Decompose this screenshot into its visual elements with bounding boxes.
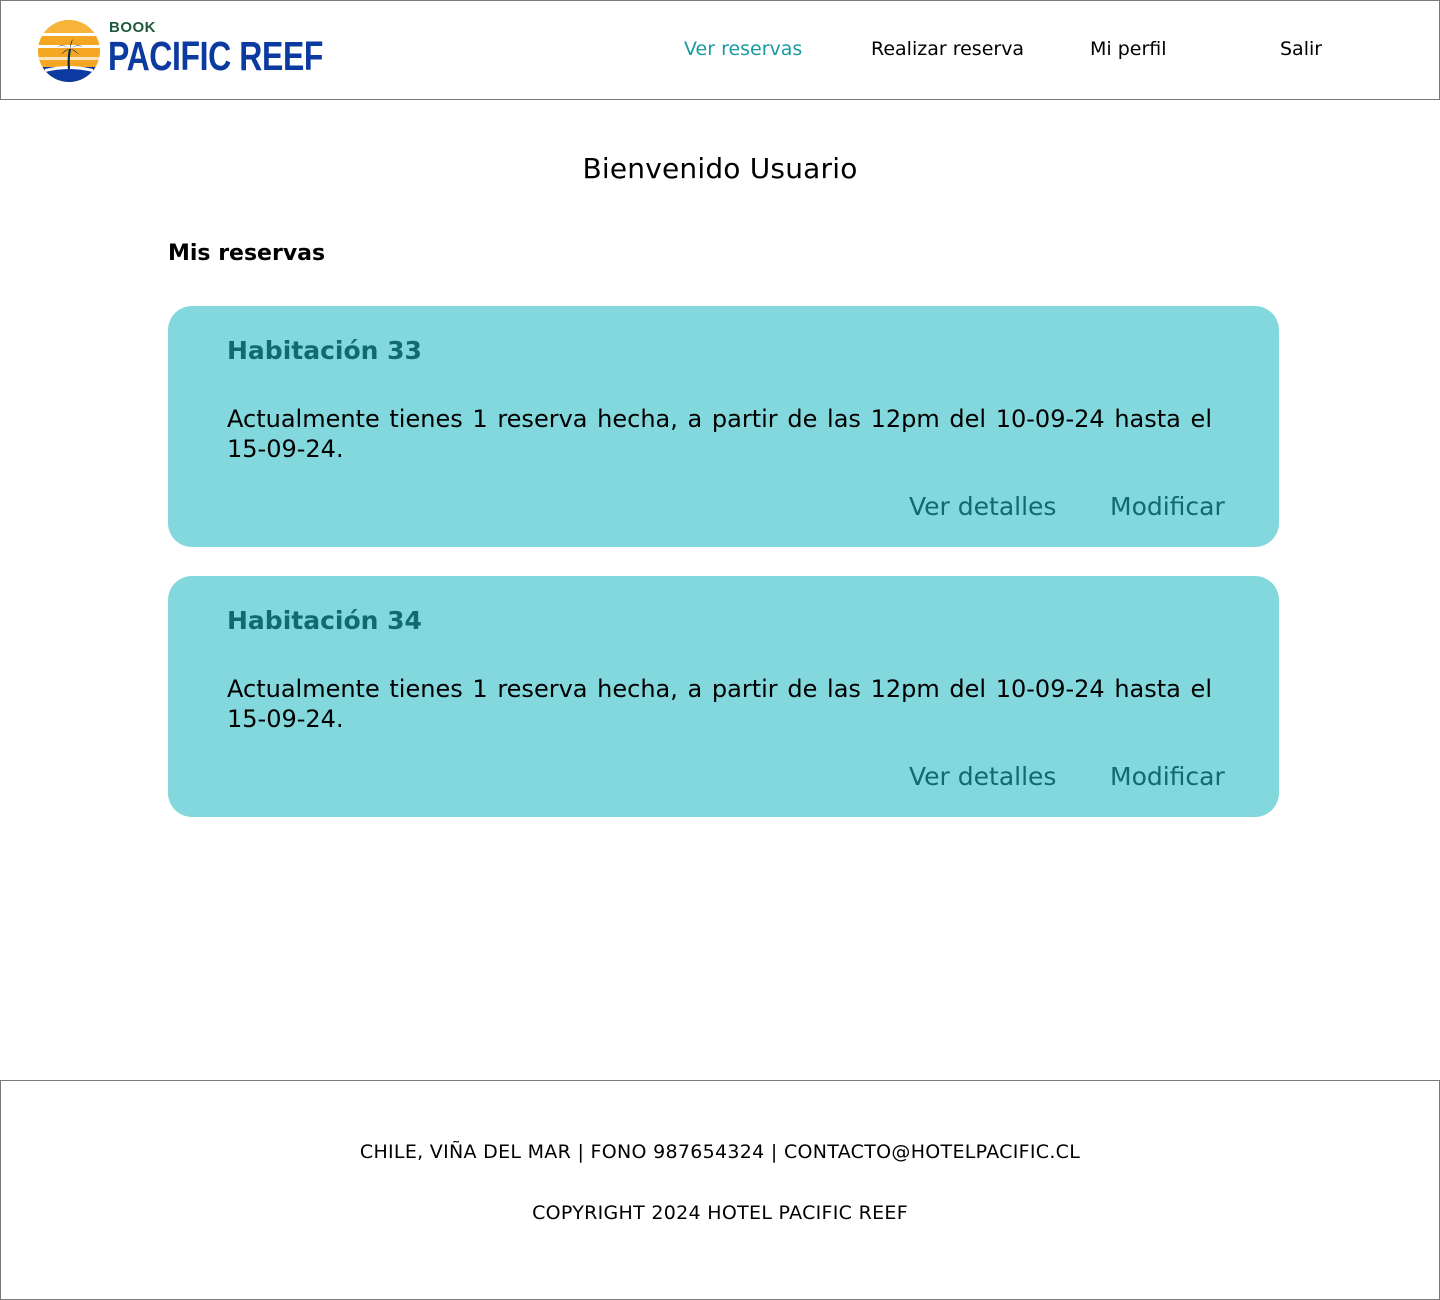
- reservation-card: Habitación 34 Actualmente tienes 1 reser…: [168, 576, 1279, 817]
- modify-link[interactable]: Modificar: [1110, 762, 1225, 791]
- brand-logo[interactable]: BOOK PACIFIC REEF: [37, 17, 323, 83]
- footer-contact: CHILE, VIÑA DEL MAR | FONO 987654324 | C…: [359, 1141, 1081, 1163]
- reservation-room: Habitación 33: [227, 336, 422, 365]
- page-title: Bienvenido Usuario: [582, 152, 858, 185]
- nav-ver-reservas[interactable]: Ver reservas: [684, 38, 802, 60]
- reservation-card: Habitación 33 Actualmente tienes 1 reser…: [168, 306, 1279, 547]
- view-details-link[interactable]: Ver detalles: [909, 762, 1056, 791]
- site-footer: CHILE, VIÑA DEL MAR | FONO 987654324 | C…: [0, 1080, 1440, 1300]
- nav-salir[interactable]: Salir: [1280, 38, 1322, 60]
- sun-palm-logo-icon: [38, 20, 100, 82]
- section-title: Mis reservas: [168, 241, 326, 266]
- footer-copyright: COPYRIGHT 2024 HOTEL PACIFIC REEF: [532, 1202, 908, 1224]
- modify-link[interactable]: Modificar: [1110, 492, 1225, 521]
- brand-name: PACIFIC REEF: [108, 33, 324, 79]
- site-header: BOOK PACIFIC REEF Ver reservas Realizar …: [0, 0, 1440, 100]
- nav-realizar-reserva[interactable]: Realizar reserva: [871, 38, 1024, 60]
- reservation-description: Actualmente tienes 1 reserva hecha, a pa…: [227, 405, 1212, 463]
- reservation-room: Habitación 34: [227, 606, 422, 635]
- view-details-link[interactable]: Ver detalles: [909, 492, 1056, 521]
- reservation-description: Actualmente tienes 1 reserva hecha, a pa…: [227, 675, 1212, 733]
- nav-mi-perfil[interactable]: Mi perfil: [1090, 38, 1167, 60]
